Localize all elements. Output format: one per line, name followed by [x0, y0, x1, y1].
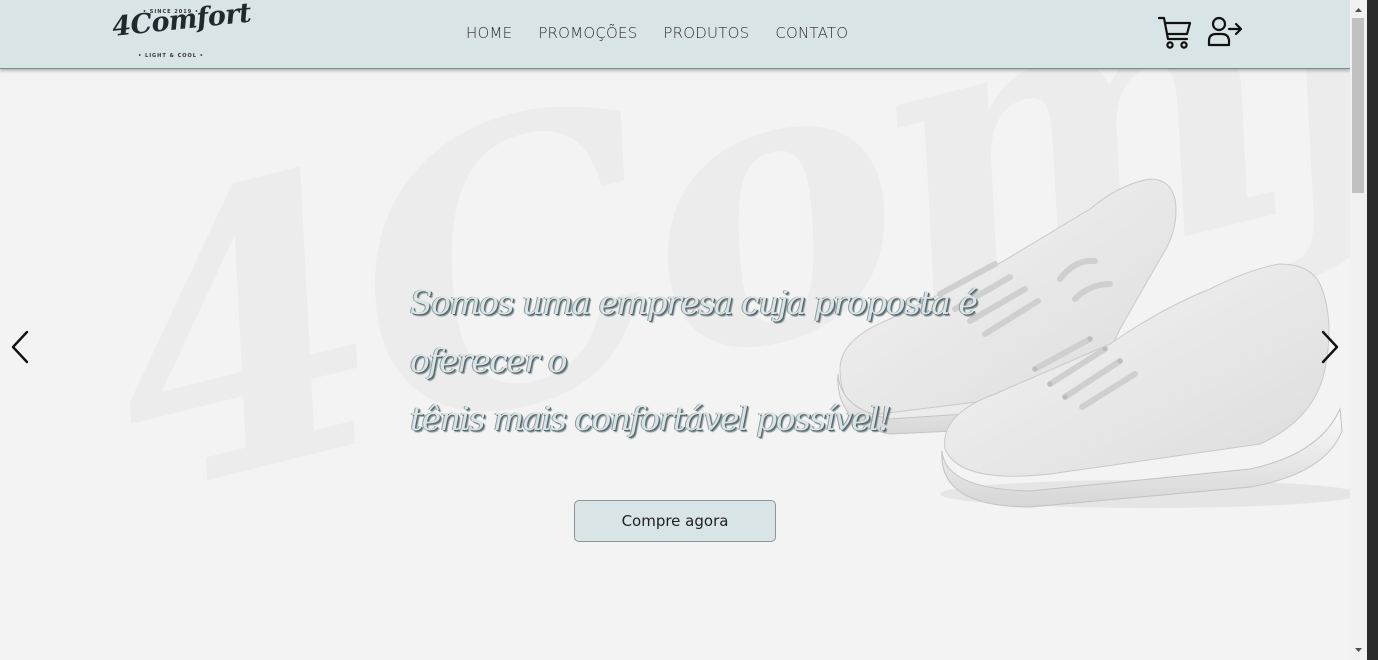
hero-headline: Somos uma empresa cuja proposta é oferec… [410, 274, 1060, 448]
nav-item-home[interactable]: HOME [466, 24, 512, 42]
carousel-next-icon[interactable] [1317, 329, 1341, 365]
site-header: • SINCE 2019 • 4Comfort • LIGHT & COOL •… [0, 0, 1350, 69]
shopping-cart-icon[interactable] [1157, 15, 1193, 51]
logo-brand-text: 4Comfort [110, 0, 253, 43]
page: • SINCE 2019 • 4Comfort • LIGHT & COOL •… [0, 0, 1350, 660]
nav-item-produtos[interactable]: PRODUTOS [663, 24, 749, 42]
logo-tagline: • LIGHT & COOL • [138, 53, 204, 59]
brand-logo[interactable]: • SINCE 2019 • 4Comfort • LIGHT & COOL • [111, 0, 253, 62]
hero-headline-line2: tênis mais confortável possível! [410, 399, 891, 438]
nav-item-promocoes[interactable]: PROMOÇÕES [538, 24, 637, 42]
vertical-scrollbar[interactable] [1350, 0, 1367, 660]
user-login-icon[interactable] [1207, 15, 1243, 49]
carousel-prev-icon[interactable] [9, 329, 33, 365]
hero-headline-line1: Somos uma empresa cuja proposta é oferec… [410, 283, 978, 380]
scroll-up-arrow-icon[interactable] [1350, 2, 1367, 18]
scrollbar-thumb[interactable] [1352, 18, 1364, 193]
hero-carousel: 4Comfort Somos uma empresa cuja proposta… [0, 69, 1350, 660]
scroll-down-arrow-icon[interactable] [1350, 642, 1367, 658]
main-nav: HOME PROMOÇÕES PRODUTOS CONTATO [466, 24, 848, 42]
buy-now-button[interactable]: Compre agora [574, 500, 776, 542]
nav-item-contato[interactable]: CONTATO [775, 24, 848, 42]
window-frame [1367, 0, 1378, 660]
